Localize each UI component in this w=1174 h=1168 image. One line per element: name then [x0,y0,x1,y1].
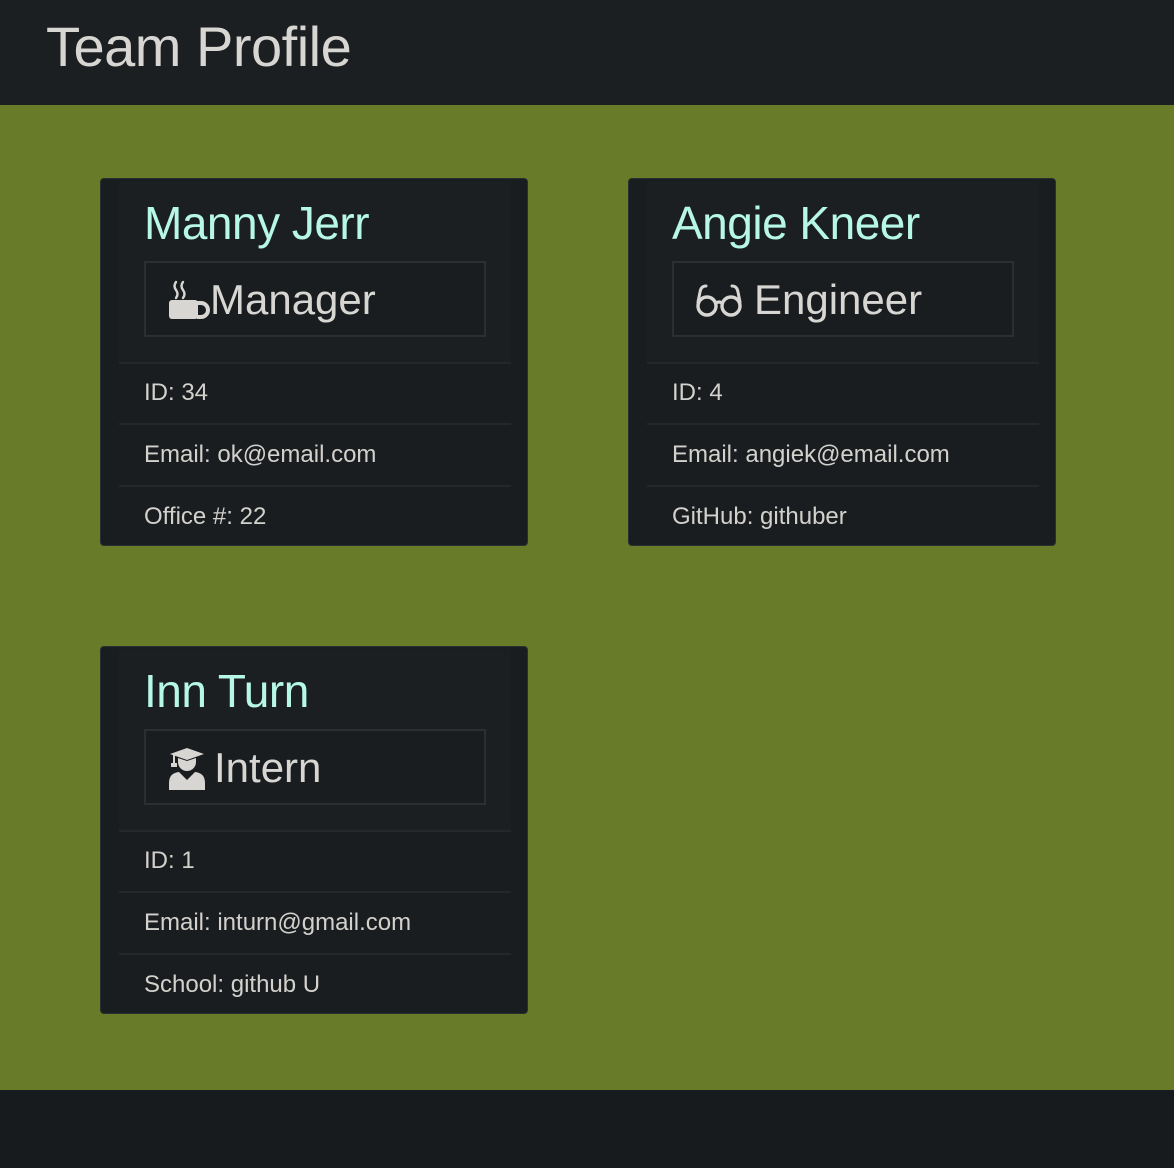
role-label: Manager [210,276,376,323]
card-header: Inn Turn Intern [119,649,511,832]
card-header: Manny Jerr Manager [119,181,511,364]
card-header: Angie Kneer Engineer [647,181,1039,364]
employee-id: ID: 4 [647,363,1039,425]
employee-name: Angie Kneer [672,197,920,249]
employee-name: Manny Jerr [144,197,370,249]
employee-office-number: Office #: 22 [144,503,267,530]
employee-id: ID: 34 [119,363,511,425]
role-box: Intern [144,729,486,805]
mug-hot-icon [168,280,212,320]
glasses-icon [696,282,742,322]
employee-id: ID: 1 [119,831,511,893]
role-box: Manager [144,261,486,337]
employee-card-intern: Inn Turn Intern ID: 1 Email: inturn@gmai… [100,646,528,1014]
employee-email: Email: angiek@email.com [647,425,1039,487]
role-label: Engineer [754,276,923,323]
user-graduate-icon [168,748,212,790]
employee-school: School: github U [144,971,321,998]
employee-details: ID: 4 Email: angiek@email.com GitHub: gi… [647,363,1039,547]
team-section: Manny Jerr Manager ID: 34 Email: ok@emai… [0,105,1174,1090]
employee-details: ID: 1 Email: inturn@gmail.com School: gi… [119,831,511,1015]
employee-email: Email: inturn@gmail.com [119,893,511,955]
role-box: Engineer [672,261,1014,337]
page-footer [0,1090,1174,1168]
employee-email: Email: ok@email.com [119,425,511,487]
employee-github: GitHub: githuber [672,503,847,530]
employee-details: ID: 34 Email: ok@email.com Office #: 22 [119,363,511,547]
page-title: Team Profile [46,15,352,78]
page-header: Team Profile [0,0,1174,105]
employee-name: Inn Turn [144,665,309,717]
employee-card-engineer: Angie Kneer Engineer ID: 4 Email: angiek… [628,178,1056,546]
employee-card-manager: Manny Jerr Manager ID: 34 Email: ok@emai… [100,178,528,546]
role-label: Intern [214,744,322,791]
